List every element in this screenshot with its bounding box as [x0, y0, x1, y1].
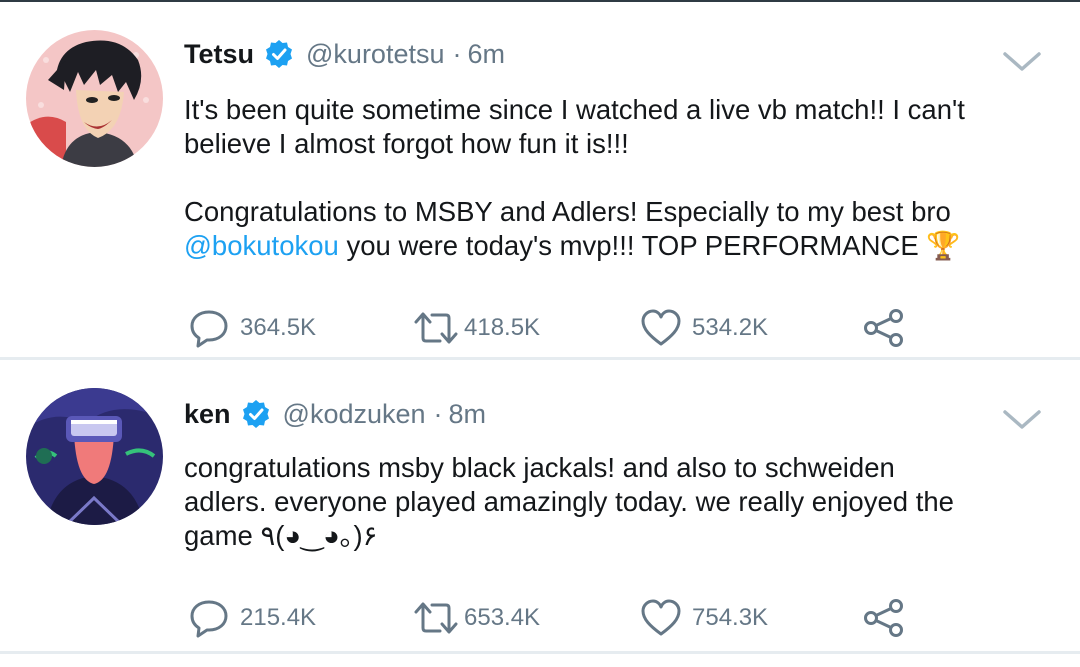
- vr-headset-avatar-icon: [26, 388, 163, 525]
- timestamp[interactable]: 6m: [467, 39, 505, 70]
- text-segment: Congratulations to MSBY and Adlers! Espe…: [184, 196, 951, 227]
- retweet-button[interactable]: 418.5K: [412, 308, 540, 348]
- like-button[interactable]: 534.2K: [640, 308, 768, 348]
- tweet[interactable]: Tetsu @kurotetsu · 6m It's been quite so…: [0, 2, 1080, 358]
- tweet[interactable]: ken @kodzuken · 8m congratulations msby …: [0, 362, 1080, 654]
- verified-badge-icon: [241, 399, 271, 429]
- reply-button[interactable]: 215.4K: [188, 598, 316, 638]
- tweet-paragraph: It's been quite sometime since I watched…: [184, 94, 965, 159]
- action-bar: 364.5K 418.5K 534.2K: [0, 308, 1080, 348]
- reply-count: 215.4K: [240, 604, 317, 631]
- like-count: 754.3K: [692, 604, 769, 631]
- share-icon: [864, 309, 903, 347]
- action-bar: 215.4K 653.4K 754.3K: [0, 598, 1080, 638]
- retweet-count: 418.5K: [464, 314, 541, 341]
- avatar[interactable]: [26, 388, 163, 525]
- handle[interactable]: @kodzuken: [283, 399, 426, 430]
- share-icon: [864, 599, 903, 637]
- separator-dot: ·: [452, 38, 462, 69]
- display-name[interactable]: Tetsu: [184, 39, 254, 70]
- more-options-chevron-down-icon[interactable]: [1002, 50, 1042, 74]
- more-options-chevron-down-icon[interactable]: [1002, 408, 1042, 432]
- tweet-text: congratulations msby black jackals! and …: [184, 451, 954, 553]
- timestamp[interactable]: 8m: [449, 399, 487, 430]
- tweet-header: ken @kodzuken · 8m: [184, 394, 486, 434]
- tweet-divider: [0, 357, 1080, 360]
- text-segment: you were today's mvp!!! TOP PERFORMANCE …: [338, 230, 961, 261]
- tweet-paragraph: congratulations msby black jackals! and …: [184, 452, 954, 551]
- retweet-icon: [414, 602, 458, 634]
- reply-icon: [190, 310, 228, 348]
- handle[interactable]: @kurotetsu: [306, 39, 444, 70]
- tweet-header: Tetsu @kurotetsu · 6m: [184, 34, 505, 74]
- mention-link[interactable]: @bokutokou: [184, 230, 339, 261]
- like-button[interactable]: 754.3K: [640, 598, 768, 638]
- like-count: 534.2K: [692, 314, 769, 341]
- verified-badge-icon: [264, 39, 294, 69]
- retweet-button[interactable]: 653.4K: [412, 598, 540, 638]
- retweet-icon: [414, 312, 458, 344]
- tweet-divider: [0, 651, 1080, 654]
- anime-boy-avatar-icon: [26, 30, 163, 167]
- reply-icon: [190, 600, 228, 638]
- tweet-text: It's been quite sometime since I watched…: [184, 93, 1044, 263]
- reply-count: 364.5K: [240, 314, 317, 341]
- display-name[interactable]: ken: [184, 399, 231, 430]
- share-button[interactable]: [862, 308, 906, 348]
- heart-icon: [641, 309, 681, 346]
- retweet-count: 653.4K: [464, 604, 541, 631]
- separator-dot: ·: [433, 398, 443, 429]
- heart-icon: [641, 599, 681, 636]
- share-button[interactable]: [862, 598, 906, 638]
- reply-button[interactable]: 364.5K: [188, 308, 316, 348]
- tweet-paragraph: Congratulations to MSBY and Adlers! Espe…: [184, 195, 1044, 263]
- avatar[interactable]: [26, 30, 163, 167]
